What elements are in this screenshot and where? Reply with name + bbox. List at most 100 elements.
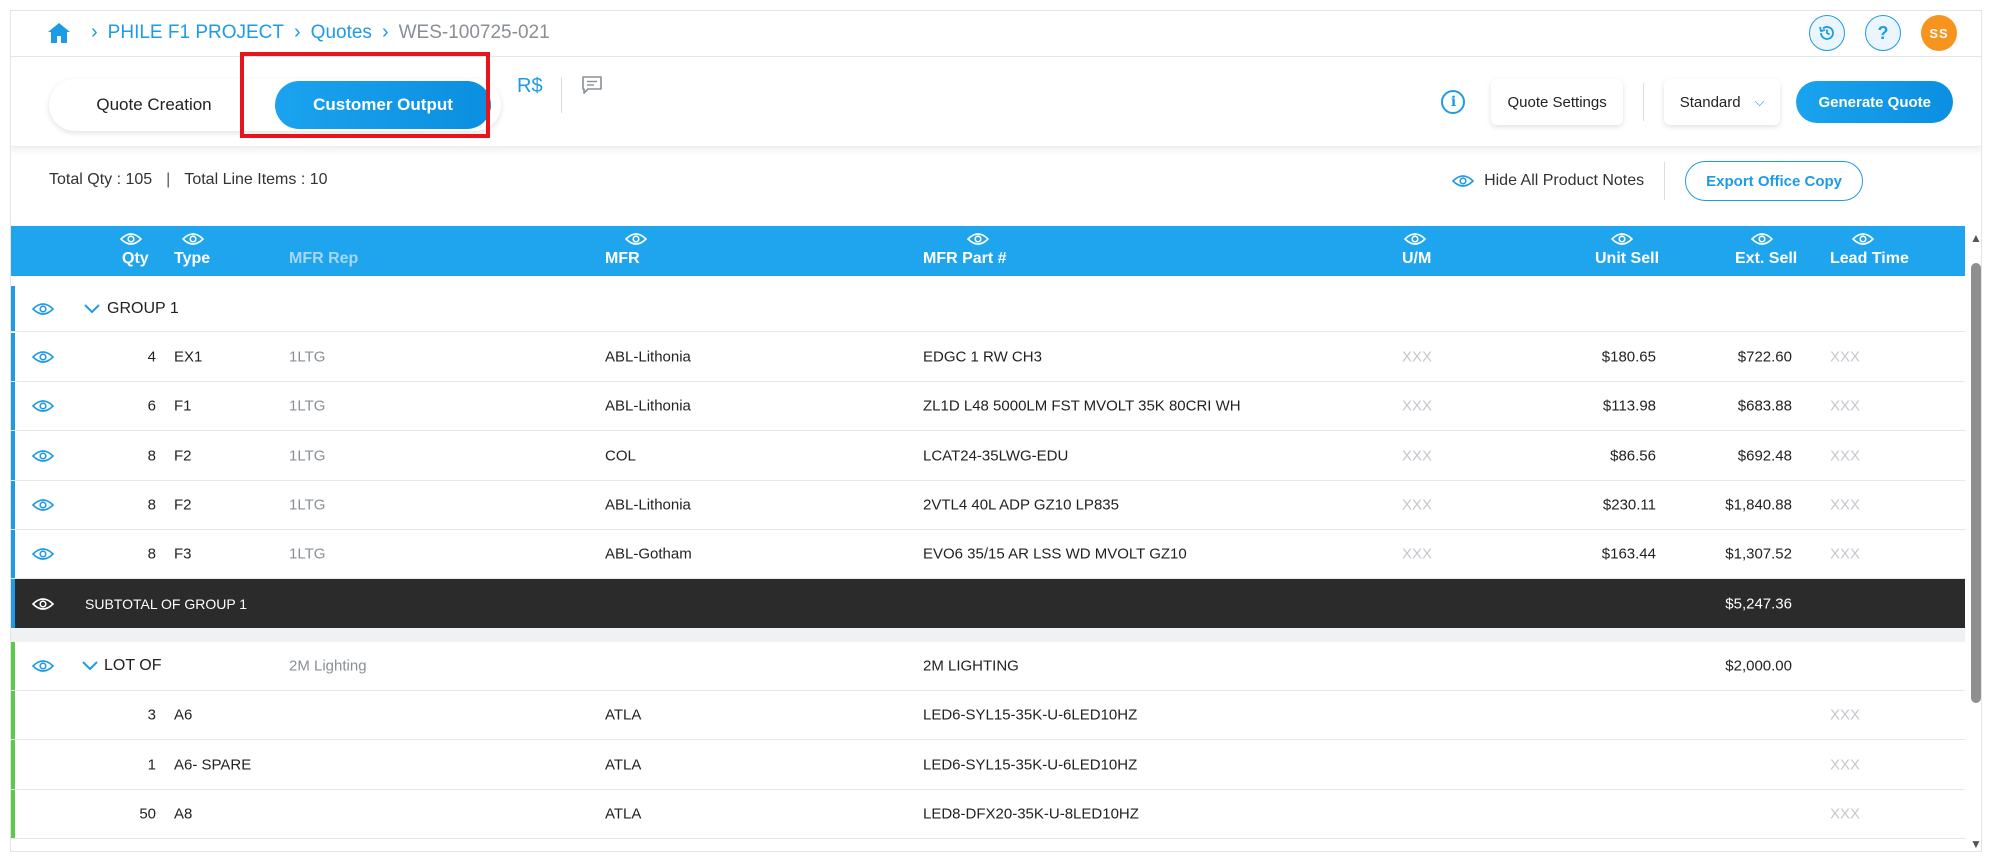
column-um-label: U/M bbox=[1402, 250, 1432, 267]
cell-mfr: ABL-Gotham bbox=[605, 545, 692, 563]
breadcrumb-quotes-link[interactable]: Quotes bbox=[311, 22, 372, 44]
column-part-label: MFR Part # bbox=[923, 250, 1007, 267]
lot-ext-sell: $2,000.00 bbox=[1725, 657, 1792, 675]
column-um[interactable]: U/M bbox=[1402, 233, 1432, 268]
eye-icon bbox=[1452, 175, 1475, 187]
column-qty[interactable]: Qty bbox=[120, 233, 149, 268]
total-qty: Total Qty : 105 bbox=[49, 171, 153, 188]
cell-mfr: COL bbox=[605, 447, 636, 464]
scroll-up-icon[interactable]: ▲ bbox=[1970, 231, 1981, 245]
cell-lead-time: XXX bbox=[1830, 496, 1861, 514]
cell-ext-sell: $683.88 bbox=[1737, 397, 1792, 415]
table-row[interactable]: 8 F2 1LTG ABL-Lithonia 2VTL4 40L ADP GZ1… bbox=[11, 481, 1965, 530]
avatar[interactable]: SS bbox=[1921, 15, 1957, 51]
eye-icon[interactable] bbox=[32, 498, 54, 512]
cell-qty: 6 bbox=[147, 397, 156, 415]
chevron-right-icon: › bbox=[91, 21, 98, 43]
eye-icon[interactable] bbox=[32, 350, 54, 364]
total-line-items: Total Line Items : 10 bbox=[184, 171, 328, 188]
table-row[interactable]: 8 F3 1LTG ABL-Gotham EVO6 35/15 AR LSS W… bbox=[11, 530, 1965, 579]
column-unit-sell[interactable]: Unit Sell bbox=[1595, 233, 1659, 268]
help-button[interactable]: ? bbox=[1865, 15, 1901, 51]
eye-icon[interactable] bbox=[32, 597, 54, 611]
summary-separator: | bbox=[166, 171, 171, 188]
column-mfr-label: MFR bbox=[605, 250, 640, 267]
table-row[interactable]: 8 F2 1LTG COL LCAT24-35LWG-EDU XXX $86.5… bbox=[11, 431, 1965, 481]
cell-part: ZL1D L48 5000LM FST MVOLT 35K 80CRI WH bbox=[923, 397, 1241, 415]
template-select[interactable]: Standard ⌵ bbox=[1663, 79, 1781, 125]
column-mfr-rep[interactable]: MFR Rep bbox=[289, 250, 358, 268]
table-row[interactable]: 3 A6 ATLA LED6-SYL15-35K-U-6LED10HZ XXX bbox=[11, 691, 1965, 740]
cell-unit-sell: $86.56 bbox=[1610, 447, 1656, 464]
cell-mfr-rep: 1LTG bbox=[289, 496, 326, 514]
column-mfr[interactable]: MFR bbox=[605, 233, 647, 268]
eye-icon[interactable] bbox=[32, 659, 54, 673]
column-ext-sell[interactable]: Ext. Sell bbox=[1735, 233, 1798, 268]
chevron-down-icon[interactable] bbox=[83, 303, 101, 315]
eye-icon[interactable] bbox=[1751, 232, 1773, 246]
cell-part: LED6-SYL15-35K-U-6LED10HZ bbox=[923, 706, 1138, 724]
eye-icon[interactable] bbox=[32, 449, 54, 463]
column-part[interactable]: MFR Part # bbox=[923, 233, 1007, 268]
generate-quote-button[interactable]: Generate Quote bbox=[1796, 81, 1953, 123]
eye-icon[interactable] bbox=[182, 232, 204, 246]
column-qty-label: Qty bbox=[122, 250, 149, 267]
table-header: Qty Type MFR Rep MFR MFR Part # U/M Unit… bbox=[11, 226, 1965, 276]
column-mfr-rep-label: MFR Rep bbox=[289, 250, 359, 267]
cell-type: F2 bbox=[174, 496, 192, 514]
cell-type: EX1 bbox=[174, 348, 203, 366]
export-office-copy-button[interactable]: Export Office Copy bbox=[1685, 161, 1863, 201]
eye-icon[interactable] bbox=[625, 232, 647, 246]
cell-ext-sell: $1,840.88 bbox=[1725, 496, 1792, 514]
cell-lead-time: XXX bbox=[1830, 706, 1861, 724]
info-icon[interactable]: i bbox=[1441, 90, 1466, 114]
table-row[interactable]: 4 EX1 1LTG ABL-Lithonia EDGC 1 RW CH3 XX… bbox=[11, 333, 1965, 382]
lot-color-bar bbox=[11, 691, 15, 739]
eye-icon[interactable] bbox=[1852, 232, 1874, 246]
comment-icon[interactable] bbox=[581, 75, 603, 95]
breadcrumb-project-link[interactable]: PHILE F1 PROJECT bbox=[108, 22, 284, 44]
cell-lead-time: XXX bbox=[1830, 397, 1861, 415]
cell-lead-time: XXX bbox=[1830, 348, 1861, 366]
history-button[interactable] bbox=[1809, 15, 1845, 51]
template-select-value: Standard bbox=[1679, 93, 1741, 111]
chevron-down-icon[interactable] bbox=[81, 660, 99, 672]
tab-quote-creation[interactable]: Quote Creation bbox=[49, 79, 259, 131]
scrollbar-thumb[interactable] bbox=[1971, 263, 1981, 703]
subtotal-value: $5,247.36 bbox=[1725, 595, 1792, 612]
eye-icon[interactable] bbox=[1611, 232, 1633, 246]
quote-settings-button[interactable]: Quote Settings bbox=[1491, 79, 1623, 125]
eye-icon[interactable] bbox=[32, 302, 54, 316]
hide-product-notes-toggle[interactable]: Hide All Product Notes bbox=[1452, 172, 1644, 190]
eye-icon[interactable] bbox=[1404, 232, 1426, 246]
column-lead-time-label: Lead Time bbox=[1830, 250, 1909, 267]
cell-unit-sell: $163.44 bbox=[1601, 545, 1656, 563]
summary-divider bbox=[1664, 162, 1666, 200]
cell-mfr-rep: 1LTG bbox=[289, 348, 326, 366]
column-type[interactable]: Type bbox=[174, 233, 210, 268]
column-ext-sell-label: Ext. Sell bbox=[1735, 250, 1798, 267]
table-row[interactable]: 50 A8 ATLA LED8-DFX20-35K-U-8LED10HZ XXX bbox=[11, 790, 1965, 839]
cell-qty: 3 bbox=[147, 706, 156, 724]
table-scrollbar[interactable]: ▲ ▼ bbox=[1969, 229, 1981, 851]
cell-part: LED6-SYL15-35K-U-6LED10HZ bbox=[923, 756, 1138, 773]
currency-icon[interactable]: R$ bbox=[517, 75, 543, 98]
home-icon[interactable] bbox=[47, 22, 71, 44]
cell-qty: 8 bbox=[147, 496, 156, 514]
table-row[interactable]: 6 F1 1LTG ABL-Lithonia ZL1D L48 5000LM F… bbox=[11, 382, 1965, 431]
cell-part: EVO6 35/15 AR LSS WD MVOLT GZ10 bbox=[923, 545, 1187, 563]
eye-icon[interactable] bbox=[967, 232, 989, 246]
column-lead-time[interactable]: Lead Time bbox=[1830, 233, 1909, 268]
cell-qty: 8 bbox=[147, 447, 156, 464]
group-color-bar bbox=[11, 481, 15, 529]
scroll-down-icon[interactable]: ▼ bbox=[1970, 837, 1981, 851]
eye-icon[interactable] bbox=[32, 547, 54, 561]
eye-icon[interactable] bbox=[32, 399, 54, 413]
cell-part: EDGC 1 RW CH3 bbox=[923, 348, 1042, 366]
cell-lead-time: XXX bbox=[1830, 447, 1861, 464]
table-row[interactable]: 1 A6- SPARE ATLA LED6-SYL15-35K-U-6LED10… bbox=[11, 740, 1965, 790]
cell-type: A6 bbox=[174, 706, 193, 724]
eye-icon[interactable] bbox=[120, 232, 142, 246]
chevron-down-icon: ⌵ bbox=[1754, 94, 1765, 109]
hide-notes-label: Hide All Product Notes bbox=[1484, 172, 1645, 189]
